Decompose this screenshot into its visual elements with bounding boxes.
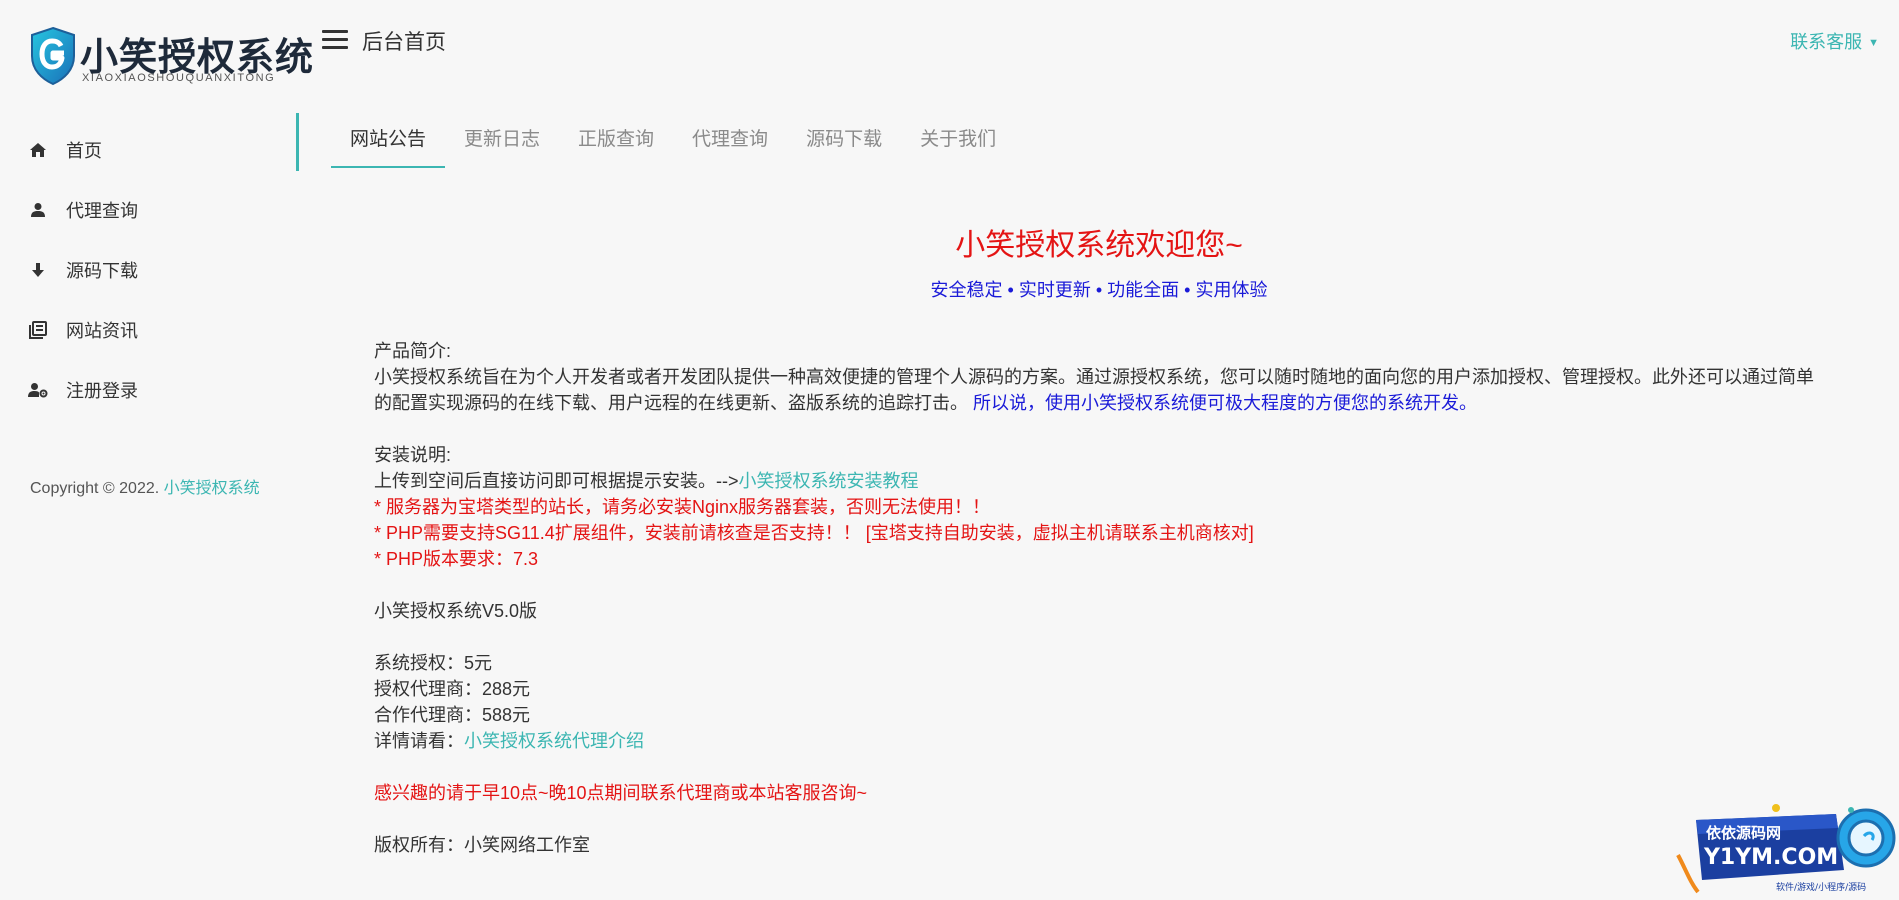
watermark-line-1: 依依源码网: [1706, 824, 1781, 842]
page-title: 后台首页: [362, 31, 446, 54]
intro-paragraph: 小笑授权系统旨在为个人开发者或者开发团队提供一种高效便捷的管理个人源码的方案。通…: [374, 364, 1824, 416]
install-tutorial-link[interactable]: 小笑授权系统安装教程: [739, 471, 919, 491]
details-prefix: 详情请看：: [374, 731, 464, 751]
tab-source-download[interactable]: 源码下载: [787, 112, 901, 168]
sidebar-item-home[interactable]: 首页: [0, 120, 300, 180]
sidebar-item-label: 首页: [66, 141, 102, 161]
announcement-panel: 小笑授权系统欢迎您~ 安全稳定 • 实时更新 • 功能全面 • 实用体验 产品简…: [374, 220, 1824, 858]
sidebar-item-download[interactable]: 源码下载: [0, 240, 300, 300]
tab-bar: 网站公告 更新日志 正版查询 代理查询 源码下载 关于我们: [331, 112, 1015, 168]
download-icon: [28, 260, 48, 280]
news-icon: [28, 320, 48, 340]
announcement-body: 产品简介: 小笑授权系统旨在为个人开发者或者开发团队提供一种高效便捷的管理个人源…: [374, 338, 1824, 858]
details-line: 详情请看：小笑授权系统代理介绍: [374, 728, 1824, 754]
watermark-line-2: Y1YM.COM: [1703, 845, 1838, 870]
welcome-heading: 小笑授权系统欢迎您~: [955, 229, 1243, 262]
rights-text: 版权所有：小笑网络工作室: [374, 835, 590, 855]
watermark-logo: 依依源码网 Y1YM.COM 软件/游戏/小程序/源码: [1676, 800, 1899, 895]
slogan: 安全稳定 • 实时更新 • 功能全面 • 实用体验: [930, 280, 1268, 300]
contact-support-label: 联系客服: [1790, 32, 1863, 52]
contact-support-dropdown[interactable]: 联系客服 ▼: [1790, 28, 1879, 54]
home-icon: [28, 140, 48, 160]
sidebar-item-news[interactable]: 网站资讯: [0, 300, 300, 360]
install-line: 上传到空间后直接访问即可根据提示安装。-->小笑授权系统安装教程: [374, 468, 1824, 494]
price-license-agent: 授权代理商：288元: [374, 679, 531, 699]
intro-heading: 产品简介:: [374, 341, 452, 361]
caret-down-icon: ▼: [1868, 37, 1879, 50]
sidebar-item-label: 注册登录: [66, 381, 138, 401]
warning-sg11: * PHP需要支持SG11.4扩展组件，安装前请核查是否支持！！ [宝塔支持自助…: [374, 523, 1254, 543]
tab-announcement[interactable]: 网站公告: [331, 112, 446, 168]
contact-note: 感兴趣的请于早10点~晚10点期间联系代理商或本站客服咨询~: [374, 783, 868, 803]
sidebar-item-label: 源码下载: [66, 261, 138, 281]
user-settings-icon: [28, 380, 48, 400]
tab-about-us[interactable]: 关于我们: [901, 112, 1015, 168]
tab-genuine-check[interactable]: 正版查询: [559, 112, 673, 168]
price-system-license: 系统授权：5元: [374, 653, 493, 673]
sidebar-item-register-login[interactable]: 注册登录: [0, 360, 300, 420]
sidebar-nav: 首页 代理查询 源码下载 网站资讯 注册登录: [0, 120, 300, 420]
sidebar-item-label: 代理查询: [66, 201, 138, 221]
tab-agent-query[interactable]: 代理查询: [673, 112, 787, 168]
shield-logo-icon: [31, 26, 75, 86]
sidebar-item-agent-query[interactable]: 代理查询: [0, 180, 300, 240]
price-partner-agent: 合作代理商：588元: [374, 705, 531, 725]
logo[interactable]: 小笑授权系统 XIAOXIAOSHOUQUANXITONG: [30, 22, 313, 92]
agent-intro-link[interactable]: 小笑授权系统代理介绍: [464, 731, 644, 751]
logo-subtitle: XIAOXIAOSHOUQUANXITONG: [82, 72, 276, 84]
sidebar: 小笑授权系统 XIAOXIAOSHOUQUANXITONG 首页 代理查询 源码…: [0, 0, 313, 895]
install-heading: 安装说明:: [374, 445, 452, 465]
warning-php-version: * PHP版本要求：7.3: [374, 549, 539, 569]
sidebar-item-label: 网站资讯: [66, 321, 138, 341]
tab-changelog[interactable]: 更新日志: [445, 112, 559, 168]
intro-highlight: 所以说，使用小笑授权系统便可极大程度的方便您的系统开发。: [973, 393, 1478, 413]
install-text: 上传到空间后直接访问即可根据提示安装。-->: [374, 471, 739, 491]
copyright-text: Copyright © 2022.: [30, 480, 164, 497]
menu-toggle-icon[interactable]: [322, 30, 348, 50]
watermark-line-3: 软件/游戏/小程序/源码: [1776, 881, 1866, 893]
copyright-link[interactable]: 小笑授权系统: [164, 480, 260, 497]
sidebar-divider: [296, 113, 299, 171]
warning-nginx: * 服务器为宝塔类型的站长，请务必安装Nginx服务器套装，否则无法使用！！: [374, 497, 991, 517]
version-text: 小笑授权系统V5.0版: [374, 601, 538, 621]
copyright: Copyright © 2022. 小笑授权系统: [30, 474, 270, 504]
user-icon: [28, 200, 48, 220]
